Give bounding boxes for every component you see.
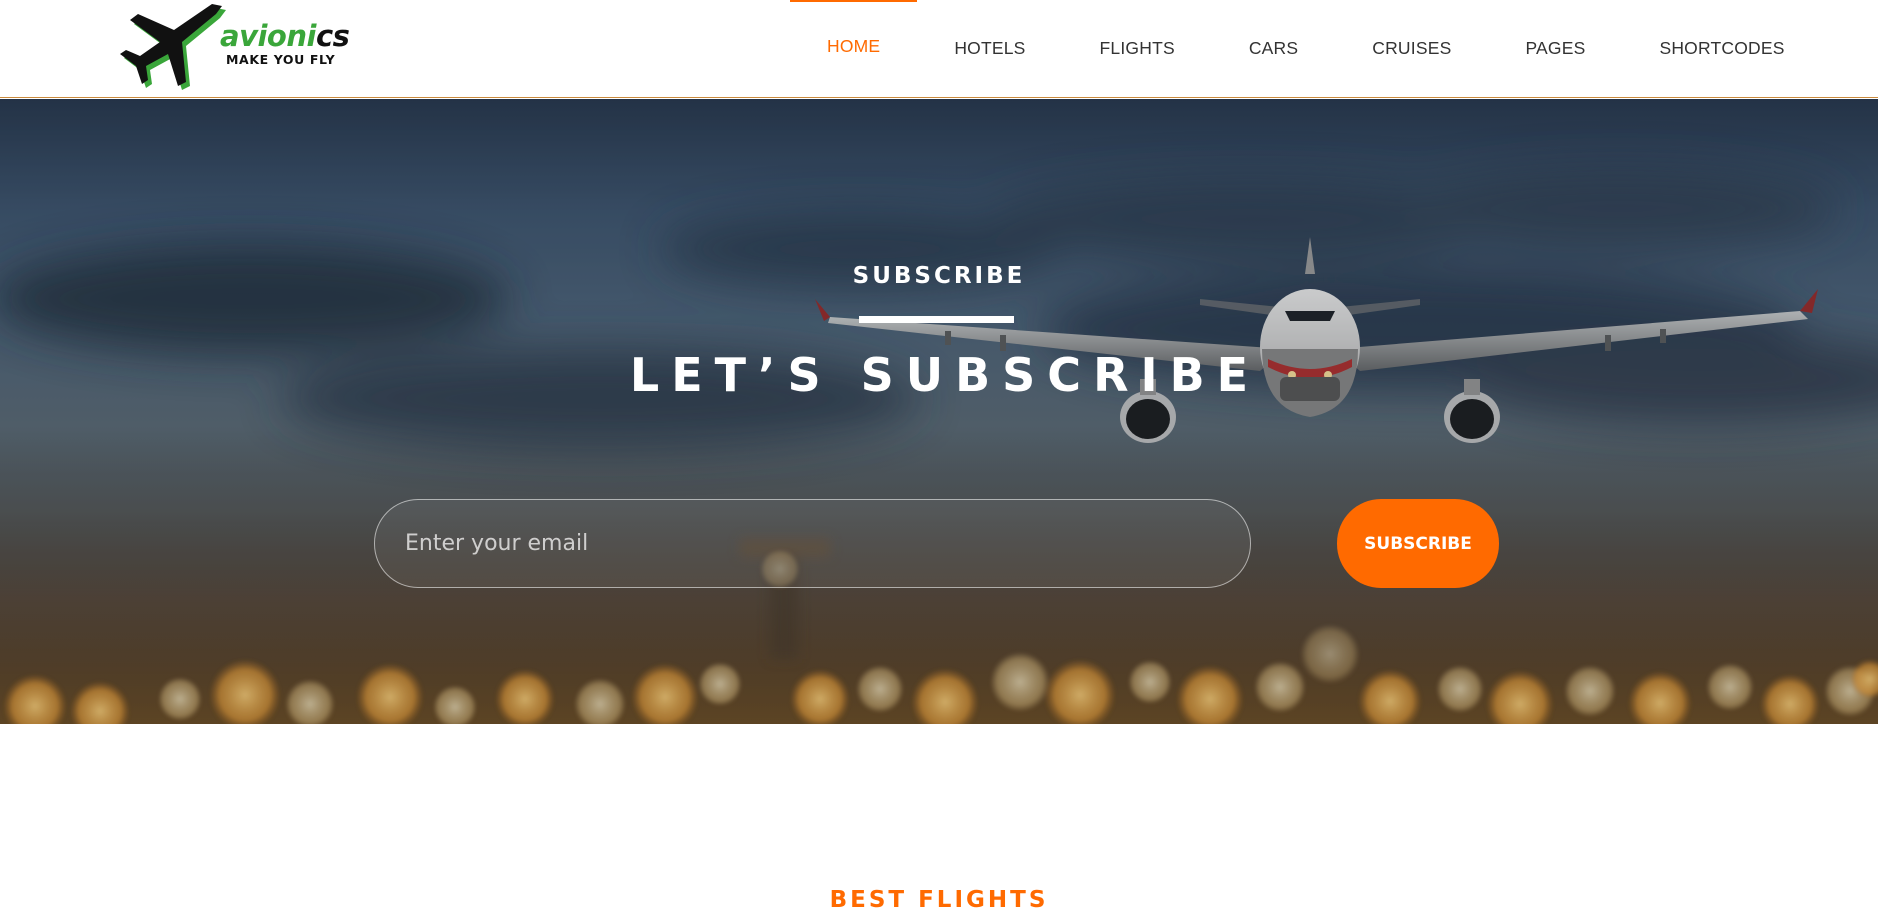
logo-tagline: MAKE YOU FLY — [226, 52, 336, 67]
nav-item-home[interactable]: HOME — [790, 0, 918, 98]
best-flights-heading: BEST FLIGHTS — [829, 887, 1049, 913]
logo-wordmark: avionics — [220, 19, 350, 53]
section-eyebrow: SUBSCRIBE — [852, 263, 1026, 289]
email-input[interactable] — [374, 499, 1251, 588]
site-logo[interactable]: avionics MAKE YOU FLY — [116, 0, 356, 92]
nav-item-flights[interactable]: FLIGHTS — [1063, 0, 1212, 98]
logo-wordmark-part2: cs — [315, 19, 350, 53]
nav-item-hotels[interactable]: HOTELS — [917, 0, 1062, 98]
hero-overlay — [0, 99, 1878, 724]
nav-item-pages[interactable]: PAGES — [1488, 0, 1622, 98]
nav-item-shortcodes[interactable]: SHORTCODES — [1622, 0, 1821, 98]
main-nav: HOME HOTELS FLIGHTS CARS CRUISES PAGES S… — [790, 0, 1822, 98]
airplane-icon — [120, 4, 226, 90]
hero-title: LET’S SUBSCRIBE — [629, 348, 1261, 402]
eyebrow-underline — [859, 316, 1014, 323]
logo-wordmark-part1: avioni — [220, 19, 316, 53]
nav-item-cars[interactable]: CARS — [1212, 0, 1335, 98]
subscribe-button[interactable]: SUBSCRIBE — [1337, 499, 1499, 588]
nav-item-cruises[interactable]: CRUISES — [1335, 0, 1488, 98]
site-header: avionics MAKE YOU FLY HOME HOTELS FLIGHT… — [0, 0, 1878, 98]
subscribe-hero: SUBSCRIBE LET’S SUBSCRIBE SUBSCRIBE — [0, 99, 1878, 724]
